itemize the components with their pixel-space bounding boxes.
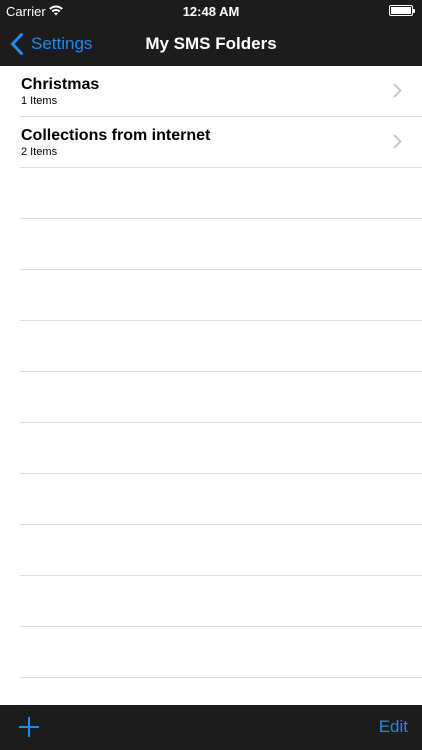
edit-button[interactable]: Edit <box>379 717 408 737</box>
empty-row <box>20 474 422 525</box>
empty-row <box>20 627 422 678</box>
top-bar: Carrier 12:48 AM Settings My SMS Folders <box>0 0 422 66</box>
folder-item-count: 2 Items <box>21 146 58 158</box>
empty-row <box>20 525 422 576</box>
empty-row <box>20 168 422 219</box>
navigation-bar: Settings My SMS Folders <box>0 22 422 66</box>
status-bar: Carrier 12:48 AM <box>0 0 422 22</box>
empty-row <box>20 321 422 372</box>
empty-row <box>20 423 422 474</box>
empty-row <box>20 219 422 270</box>
empty-row <box>20 678 422 705</box>
plus-icon[interactable] <box>18 716 40 738</box>
chevron-right-icon <box>393 134 402 149</box>
empty-row <box>20 576 422 627</box>
list-item[interactable]: Collections from internet 2 Items <box>20 117 422 168</box>
clock: 12:48 AM <box>182 4 240 19</box>
folder-name: Christmas <box>21 76 100 93</box>
folder-item-count: 1 Items <box>21 95 58 107</box>
empty-row <box>20 270 422 321</box>
list-item[interactable]: Christmas 1 Items <box>20 66 422 117</box>
folder-name: Collections from internet <box>21 127 211 144</box>
folder-list: Christmas 1 Items Collections from inter… <box>0 66 422 705</box>
bottom-toolbar: Edit <box>0 705 422 750</box>
empty-row <box>20 372 422 423</box>
chevron-right-icon <box>393 83 402 98</box>
page-title: My SMS Folders <box>145 34 277 53</box>
battery-icon <box>389 5 415 16</box>
